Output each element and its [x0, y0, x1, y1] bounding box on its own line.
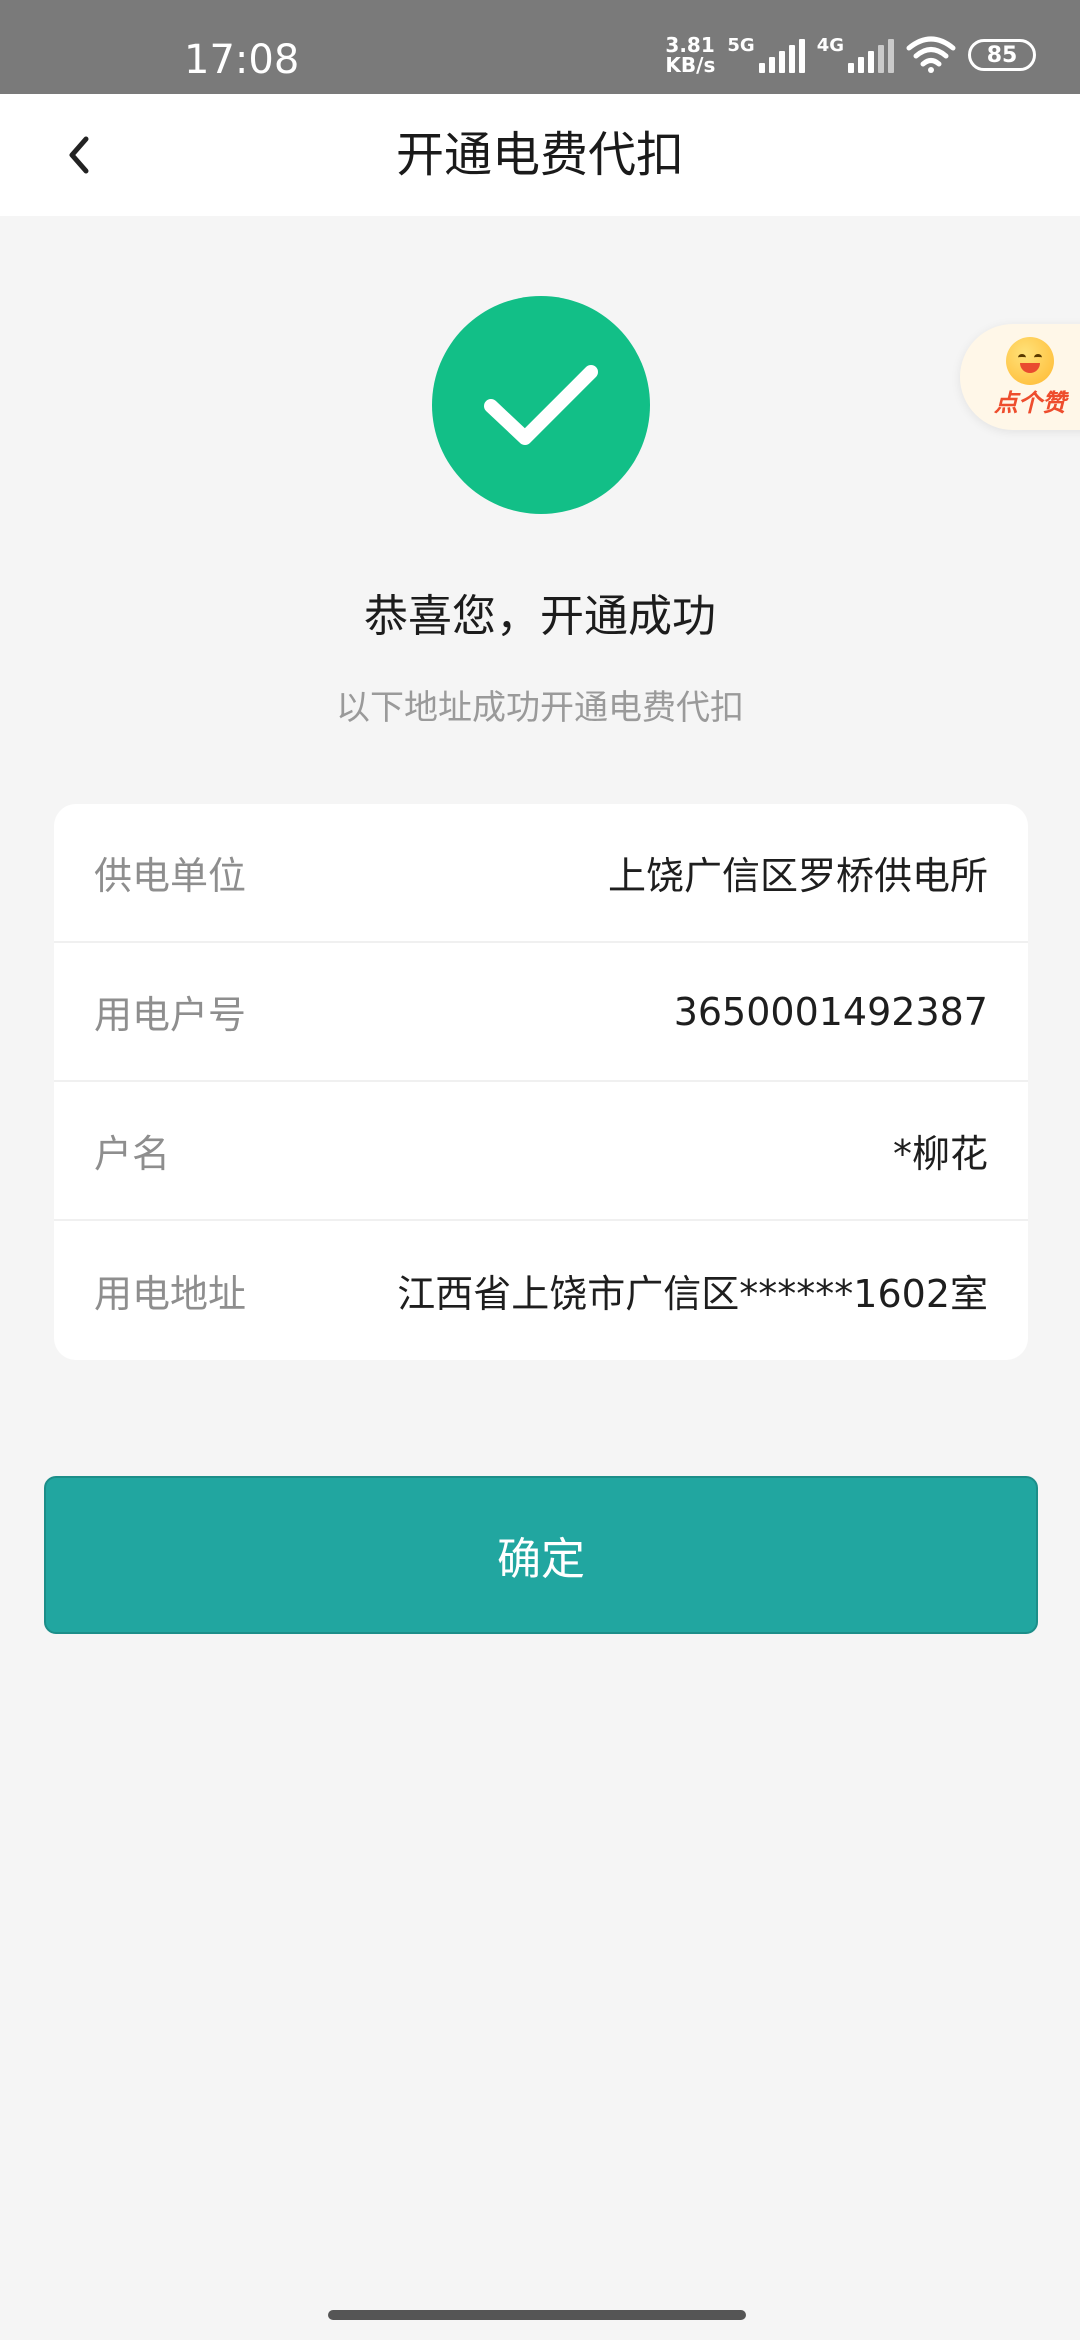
network-type-2: 4G	[816, 34, 844, 56]
account-info-card: 供电单位 上饶广信区罗桥供电所 用电户号 3650001492387 户名 *柳…	[54, 804, 1028, 1360]
confirm-button[interactable]: 确定	[44, 1476, 1038, 1634]
info-row-address: 用电地址 江西省上饶市广信区******1602室	[54, 1221, 1028, 1360]
info-row-supply-unit: 供电单位 上饶广信区罗桥供电所	[54, 804, 1028, 943]
wifi-icon	[906, 36, 956, 73]
info-row-account-name: 户名 *柳花	[54, 1082, 1028, 1221]
network-speed-value: 3.81	[665, 33, 715, 57]
network-speed-unit: KB/s	[665, 53, 716, 77]
network-speed: 3.81 KB/s	[665, 35, 715, 75]
info-value: 上饶广信区罗桥供电所	[607, 854, 988, 898]
like-float-button[interactable]: 点个赞	[960, 324, 1080, 430]
status-time: 17:08	[184, 37, 300, 83]
success-subtitle: 以下地址成功开通电费代扣	[336, 688, 744, 728]
home-gesture-bar[interactable]	[328, 2310, 746, 2320]
info-label: 供电单位	[94, 854, 247, 898]
battery-icon: 85	[968, 39, 1036, 71]
like-label: 点个赞	[994, 389, 1066, 417]
info-label: 用电地址	[94, 1272, 247, 1316]
smile-emoji-icon	[1006, 337, 1054, 385]
info-label: 户名	[94, 1132, 171, 1176]
signal-icon-2	[848, 37, 894, 73]
info-row-account-number: 用电户号 3650001492387	[54, 943, 1028, 1082]
status-bar: 17:08 3.81 KB/s 5G 4G 85	[0, 0, 1080, 94]
info-label: 用电户号	[94, 993, 247, 1037]
network-type-1: 5G	[727, 34, 755, 56]
info-value: 3650001492387	[673, 989, 988, 1034]
battery-level: 85	[986, 42, 1018, 68]
app-header: 开通电费代扣	[0, 94, 1080, 216]
success-check-icon	[432, 296, 650, 514]
info-value: 江西省上饶市广信区******1602室	[397, 1272, 988, 1316]
info-value: *柳花	[892, 1132, 988, 1176]
page-title: 开通电费代扣	[395, 127, 684, 183]
status-icons: 3.81 KB/s 5G 4G 85	[665, 32, 1036, 78]
signal-icon	[758, 37, 805, 73]
checkmark-icon	[484, 365, 598, 445]
success-title: 恭喜您，开通成功	[364, 591, 716, 642]
